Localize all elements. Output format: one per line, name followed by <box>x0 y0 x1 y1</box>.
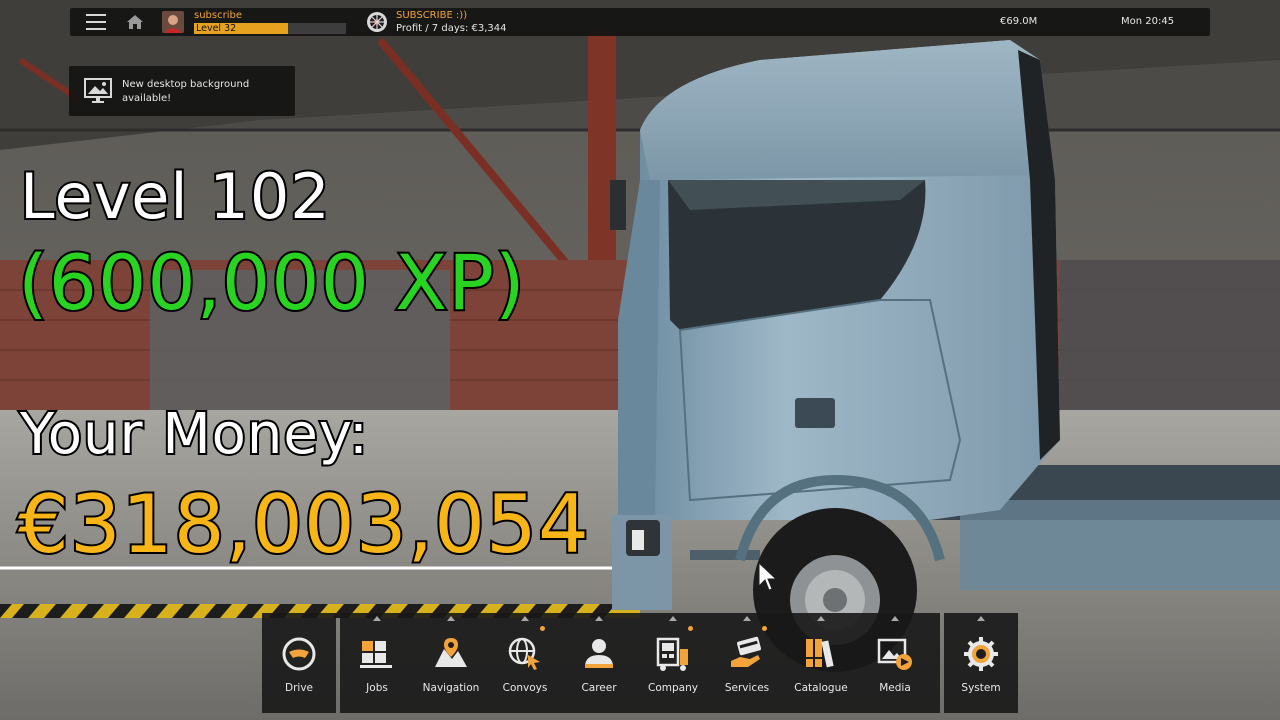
expand-caret-icon <box>447 616 455 621</box>
expand-caret-icon <box>669 616 677 621</box>
expand-caret-icon <box>891 616 899 621</box>
dock-system-label: System <box>961 682 1001 694</box>
dock-media-button[interactable]: Media <box>858 613 932 713</box>
expand-caret-icon <box>977 616 985 621</box>
money-label-overlay-text: Your Money: <box>18 400 370 469</box>
convoy-title: SUBSCRIBE :)) <box>396 10 468 21</box>
notification-dot <box>762 626 767 631</box>
dock-drive-button[interactable]: Drive <box>262 613 336 713</box>
money-overlay-text: €318,003,054 <box>16 476 591 573</box>
expand-caret-icon <box>521 616 529 621</box>
avatar[interactable] <box>162 11 184 33</box>
expand-caret-icon <box>817 616 825 621</box>
media-gallery-icon <box>877 638 912 670</box>
dock-company-button[interactable]: Company <box>636 613 710 713</box>
level-label: Level 32 <box>196 23 237 34</box>
dock-jobs-button[interactable]: Jobs <box>340 613 414 713</box>
dock-navigation-label: Navigation <box>422 682 480 694</box>
mouse-cursor-icon <box>758 562 778 591</box>
dock-jobs-label: Jobs <box>366 682 388 694</box>
services-card-icon <box>731 636 761 667</box>
dock-company-label: Company <box>648 682 698 694</box>
company-truck-icon <box>656 637 688 671</box>
expand-caret-icon <box>743 616 751 621</box>
convoy-wheel-icon[interactable] <box>366 11 388 33</box>
notification-dot <box>688 626 693 631</box>
dock-convoys-label: Convoys <box>502 682 548 694</box>
dock-catalogue-button[interactable]: Catalogue <box>784 613 858 713</box>
home-icon[interactable] <box>126 14 144 30</box>
catalogue-books-icon <box>806 639 834 668</box>
dock-system-button[interactable]: System <box>944 613 1018 713</box>
level-progress-bar: Level 32 <box>194 23 346 34</box>
dock-convoys-button[interactable]: Convoys <box>488 613 562 713</box>
desktop-wallpaper-icon <box>84 78 112 103</box>
dock-services-label: Services <box>724 682 770 694</box>
notification-dot <box>540 626 545 631</box>
globe-cursor-icon <box>508 637 540 670</box>
cargo-boxes-icon <box>360 641 392 668</box>
map-pin-icon <box>435 638 467 667</box>
dock-catalogue-label: Catalogue <box>794 682 848 694</box>
game-screen: subscribe Level 32 SUBSCRIBE :)) Profit … <box>0 0 1280 720</box>
gear-icon <box>964 637 998 671</box>
bottom-dock: Drive Jobs Navigation Convoys Career Com… <box>262 613 1018 713</box>
level-overlay-text: Level 102 <box>18 158 332 235</box>
dock-career-label: Career <box>581 682 617 694</box>
expand-caret-icon <box>595 616 603 621</box>
xp-overlay-text: (600,000 XP) <box>16 236 527 329</box>
dock-navigation-button[interactable]: Navigation <box>414 613 488 713</box>
dock-media-label: Media <box>879 682 911 694</box>
profit-summary: Profit / 7 days: €3,344 <box>396 23 507 34</box>
dock-services-button[interactable]: Services <box>710 613 784 713</box>
money-display: €69.0M <box>1000 16 1038 27</box>
steering-wheel-icon <box>282 637 316 671</box>
hamburger-menu-icon[interactable] <box>86 14 106 30</box>
notification-text: New desktop background available! <box>122 79 250 104</box>
dock-career-button[interactable]: Career <box>562 613 636 713</box>
expand-caret-icon <box>373 616 381 621</box>
game-clock: Mon 20:45 <box>1121 16 1175 27</box>
dock-drive-label: Drive <box>285 682 313 694</box>
profile-name: subscribe <box>194 10 242 21</box>
notification-toast[interactable]: New desktop background available! <box>69 66 295 116</box>
driver-profile-icon <box>585 639 613 668</box>
top-bar: subscribe Level 32 SUBSCRIBE :)) Profit … <box>70 8 1210 36</box>
